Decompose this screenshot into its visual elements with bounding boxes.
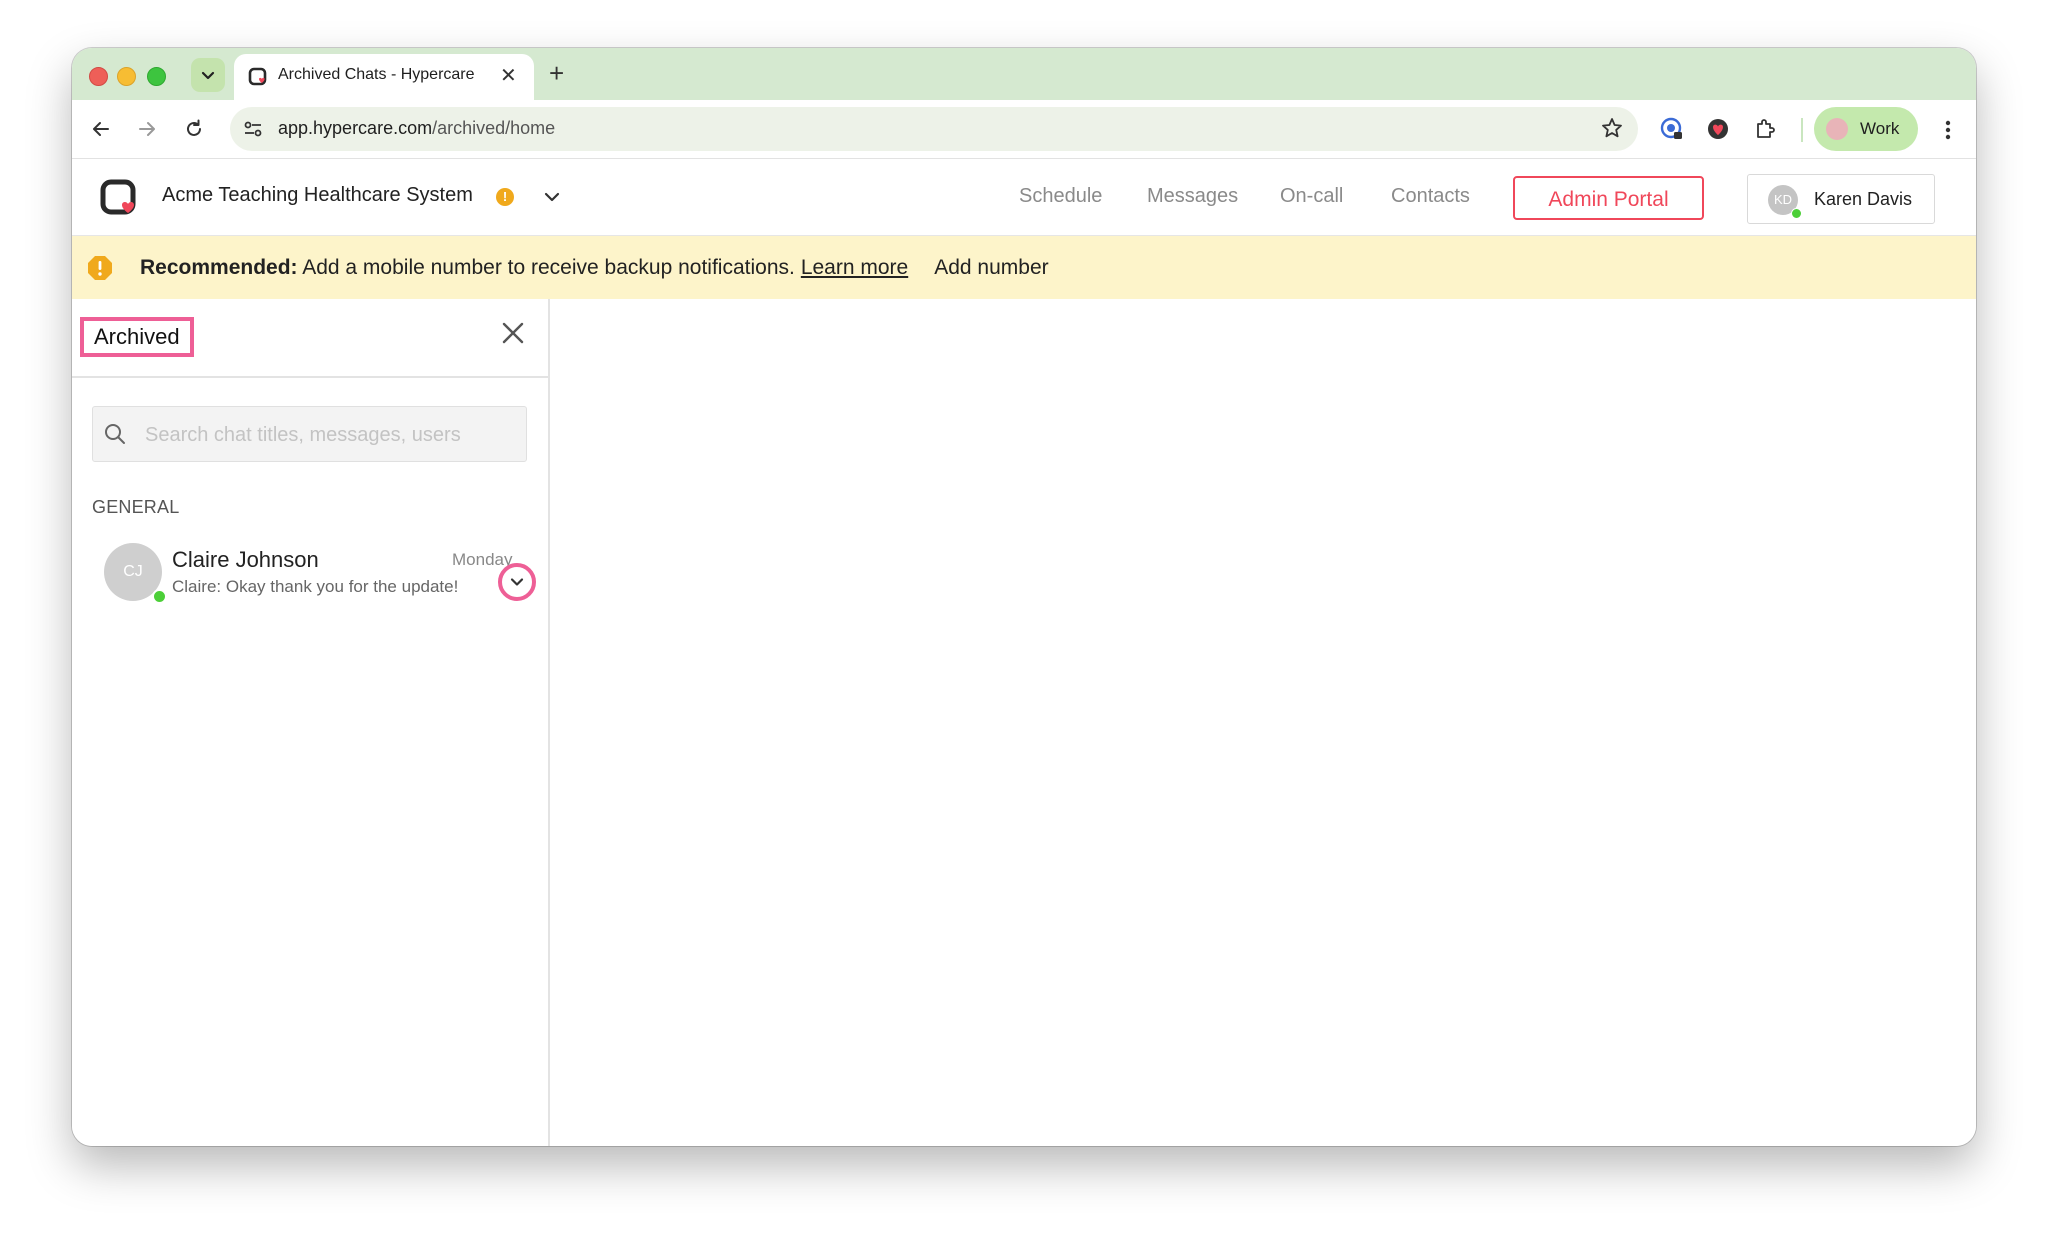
close-icon[interactable] (500, 320, 526, 346)
key-lock-icon (1660, 117, 1682, 139)
org-switcher-chevron-icon[interactable] (542, 187, 562, 207)
url-text: app.hypercare.com/archived/home (278, 118, 555, 139)
chat-search[interactable] (92, 406, 527, 462)
online-status-indicator (1791, 208, 1802, 219)
learn-more-link[interactable]: Learn more (801, 256, 908, 279)
warning-icon (88, 256, 112, 280)
tab-close-button[interactable]: ✕ (500, 65, 517, 87)
chevron-down-icon (510, 578, 524, 586)
notification-banner: Recommended: Add a mobile number to rece… (72, 236, 1976, 299)
profile-button[interactable]: Work (1814, 107, 1918, 151)
address-bar[interactable]: app.hypercare.com/archived/home (230, 107, 1638, 151)
url-host: app.hypercare.com (278, 118, 433, 138)
bookmark-star-icon[interactable] (1600, 116, 1624, 140)
admin-portal-button[interactable]: Admin Portal (1513, 176, 1704, 220)
back-button[interactable] (86, 114, 116, 144)
nav-contacts[interactable]: Contacts (1391, 185, 1470, 208)
banner-bold-label: Recommended: (140, 256, 298, 279)
reload-icon (187, 119, 201, 136)
forward-button[interactable] (132, 114, 162, 144)
heart-badge-icon (1708, 119, 1728, 139)
archived-title: Archived (80, 317, 194, 357)
hypercare-logo-icon (100, 179, 136, 215)
tab-search-button[interactable] (191, 58, 225, 92)
hypercare-favicon-icon (248, 67, 267, 86)
arrow-right-icon (139, 122, 155, 136)
close-window-button[interactable] (89, 67, 108, 86)
tab-strip: Archived Chats - Hypercare ✕ + (72, 48, 1976, 100)
puzzle-icon (1757, 119, 1775, 138)
chat-detail-pane (550, 299, 1976, 1146)
user-menu-button[interactable]: KD Karen Davis (1747, 174, 1935, 224)
minimize-window-button[interactable] (117, 67, 136, 86)
tab-title: Archived Chats - Hypercare (278, 66, 475, 83)
chat-online-indicator (152, 589, 167, 604)
hypercare-extension[interactable] (1704, 115, 1732, 143)
nav-on-call[interactable]: On-call (1280, 185, 1343, 208)
browser-tab[interactable]: Archived Chats - Hypercare ✕ (234, 54, 534, 100)
extensions-button[interactable] (1751, 115, 1779, 143)
browser-window: Archived Chats - Hypercare ✕ + app.hyper… (72, 48, 1976, 1146)
password-manager-extension[interactable] (1658, 115, 1686, 143)
org-warning-icon: ! (496, 188, 514, 206)
profile-avatar (1826, 118, 1848, 140)
new-tab-button[interactable]: + (549, 60, 564, 86)
banner-message: Recommended: Add a mobile number to rece… (140, 256, 1049, 280)
chevron-down-icon (201, 71, 215, 80)
search-icon (105, 424, 125, 444)
banner-body: Add a mobile number to receive backup no… (302, 256, 795, 279)
chat-preview: Claire: Okay thank you for the update! (172, 577, 459, 596)
url-path: /archived/home (432, 118, 556, 138)
search-input[interactable] (143, 417, 507, 453)
reload-button[interactable] (179, 114, 209, 144)
nav-schedule[interactable]: Schedule (1019, 185, 1102, 208)
chat-name: Claire Johnson (172, 547, 319, 572)
profile-label: Work (1860, 119, 1900, 138)
organization-name[interactable]: Acme Teaching Healthcare System (162, 184, 473, 207)
sidebar-divider (72, 376, 548, 378)
toolbar-separator (1801, 118, 1803, 142)
chat-options-button[interactable] (498, 563, 536, 601)
section-label-general: GENERAL (92, 497, 180, 517)
browser-toolbar: app.hypercare.com/archived/home Work (72, 100, 1976, 159)
arrow-left-icon (93, 122, 109, 136)
add-number-button[interactable]: Add number (934, 256, 1048, 279)
chat-list-item[interactable]: CJ Claire Johnson Monday Claire: Okay th… (72, 535, 548, 615)
user-name: Karen Davis (1814, 189, 1913, 209)
app-header: Acme Teaching Healthcare System ! Schedu… (72, 159, 1976, 236)
site-settings-icon[interactable] (242, 118, 264, 140)
nav-messages[interactable]: Messages (1147, 185, 1238, 208)
more-menu-icon[interactable] (1938, 116, 1958, 144)
archived-sidebar: Archived GENERAL CJ Claire Johnson Monda… (72, 299, 550, 1146)
maximize-window-button[interactable] (147, 67, 166, 86)
